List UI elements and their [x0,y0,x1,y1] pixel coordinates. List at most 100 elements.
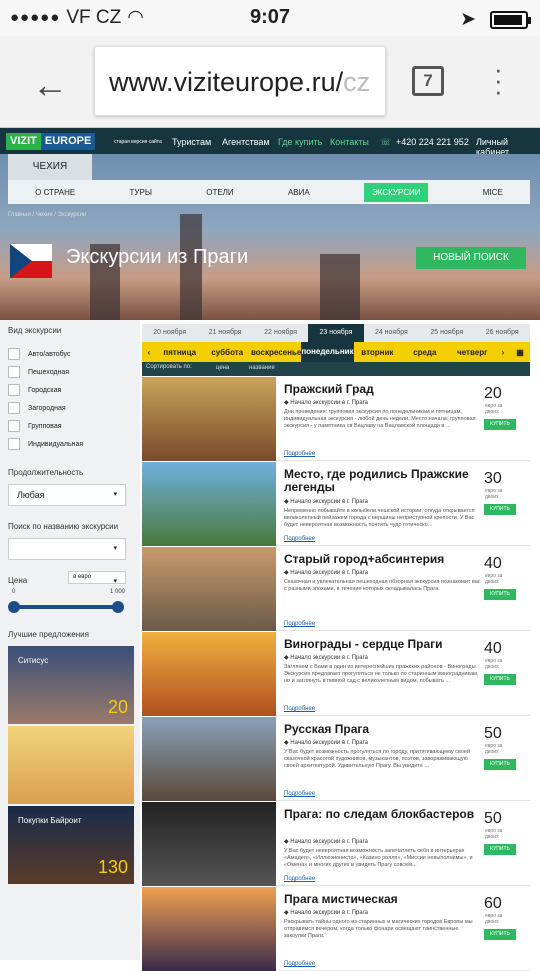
tour-card[interactable]: Прага мистическая ◆ Начало экскурсии в г… [142,887,530,971]
nav-about[interactable]: О СТРАНЕ [35,188,75,197]
more-link[interactable]: Подробнее [284,961,315,967]
tour-title[interactable]: Старый город+абсинтерия [284,553,482,566]
more-link[interactable]: Подробнее [284,706,315,712]
slider-min-handle[interactable] [8,601,20,613]
tour-card[interactable]: Пражский Град ◆ Начало экскурсии в г. Пр… [142,377,530,461]
tour-card[interactable]: Русская Прага ◆ Начало экскурсии в г. Пр… [142,717,530,801]
nav-avia[interactable]: АВИА [288,188,310,197]
buy-button[interactable]: КУПИТЬ [484,504,516,515]
more-link[interactable]: Подробнее [284,536,315,542]
tour-card[interactable]: Винограды - сердце Праги ◆ Начало экскур… [142,632,530,716]
tour-card[interactable]: Место, где родились Пражские легенды ◆ Н… [142,462,530,546]
nav-tours[interactable]: ТУРЫ [130,188,152,197]
nav-excursions[interactable]: ЭКСКУРСИИ [364,182,429,202]
duration-select[interactable]: Любая [8,484,126,506]
tour-title[interactable]: Прага: по следам блокбастеров [284,808,482,821]
type-checkbox[interactable]: Пешеходная [8,366,69,378]
price-min: 0 [12,589,16,595]
buy-button[interactable]: КУПИТЬ [484,844,516,855]
clock: 9:07 [249,6,291,28]
date-selected[interactable]: 23 ноября [308,324,364,342]
nav-hotels[interactable]: ОТЕЛИ [206,188,233,197]
date[interactable]: 21 ноября [197,324,252,342]
battery-icon [490,10,531,29]
new-search-button[interactable]: НОВЫЙ ПОИСК [416,247,526,269]
day[interactable]: среда [401,348,448,357]
date[interactable]: 20 ноября [142,324,197,342]
old-version-link[interactable]: старая версия сайта [114,139,162,145]
nav-contacts[interactable]: Контакты [330,137,369,147]
tour-image[interactable] [142,802,276,886]
tour-title[interactable]: Винограды - сердце Праги [284,638,482,651]
day[interactable]: воскресенье [251,348,301,357]
buy-button[interactable]: КУПИТЬ [484,929,516,940]
tour-description: Сказочная и увлекательная пешеходная обз… [284,579,481,592]
currency-select[interactable]: в евро [68,571,126,585]
nav-tourists[interactable]: Туристам [172,137,211,147]
back-arrow-icon[interactable]: ← [32,64,68,106]
date[interactable]: 26 ноября [475,324,530,342]
tabs-button[interactable]: 7 [412,66,444,96]
tour-title[interactable]: Русская Прага [284,723,482,736]
menu-icon[interactable]: · · · [494,56,503,104]
tour-title[interactable]: Прага мистическая [284,893,482,906]
buy-button[interactable]: КУПИТЬ [484,419,516,430]
tour-start: ◆ Начало экскурсии в г. Прага [284,655,368,661]
tour-image[interactable] [142,887,276,971]
prev-arrow-icon[interactable]: ‹ [142,348,156,357]
date[interactable]: 24 ноября [364,324,419,342]
day[interactable]: вторник [354,348,401,357]
tour-price: 60 [484,895,502,912]
tour-image[interactable] [142,632,276,716]
page-title: Экскурсии из Праги [66,246,249,268]
phone[interactable]: +420 224 221 952 [396,137,469,147]
type-checkbox[interactable]: Авто/автобус [8,348,70,360]
promo-card[interactable]: Ситисус 20 [8,646,134,724]
tour-title[interactable]: Место, где родились Пражские легенды [284,468,482,494]
type-checkbox[interactable]: Загородная [8,402,66,414]
tour-image[interactable] [142,462,276,546]
date[interactable]: 25 ноября [419,324,474,342]
more-link[interactable]: Подробнее [284,451,315,457]
nav-where-buy[interactable]: Где купить [278,137,322,147]
tour-start: ◆ Начало экскурсии в г. Прага [284,400,368,406]
price-slider[interactable] [8,601,124,613]
sort-name[interactable]: название [249,365,275,371]
type-checkbox[interactable]: Групповая [8,420,62,432]
slider-max-handle[interactable] [112,601,124,613]
more-link[interactable]: Подробнее [284,621,315,627]
promo-card[interactable] [8,726,134,804]
tour-image[interactable] [142,377,276,461]
sort-price[interactable]: цена [216,365,229,371]
calendar-icon[interactable]: ▦ [510,347,530,357]
day[interactable]: четверг [449,348,496,357]
type-checkbox[interactable]: Городская [8,384,61,396]
day[interactable]: пятница [156,348,203,357]
type-checkbox[interactable]: Индивидуальная [8,438,83,450]
buy-button[interactable]: КУПИТЬ [484,589,516,600]
promo-card[interactable]: Покупки Байроит 130 [8,806,134,884]
tour-image[interactable] [142,717,276,801]
buy-button[interactable]: КУПИТЬ [484,759,516,770]
date-row: 20 ноября 21 ноября 22 ноября 23 ноября 24 н… [142,324,530,342]
day-selected[interactable]: понедельник [301,342,354,362]
breadcrumb[interactable]: Главная / Чехия / Экскурсии [8,212,86,218]
day[interactable]: суббота [203,348,250,357]
tour-card[interactable]: Старый город+абсинтерия ◆ Начало экскурс… [142,547,530,631]
tour-title[interactable]: Пражский Град [284,383,482,396]
next-arrow-icon[interactable]: › [496,348,510,357]
tour-description: У Вас будет возможность прогуляться по г… [284,749,471,769]
date[interactable]: 22 ноября [253,324,308,342]
country-tab[interactable]: ЧЕХИЯ [8,154,92,180]
nav-agents[interactable]: Агентствам [222,137,270,147]
search-input[interactable] [8,538,126,560]
buy-button[interactable]: КУПИТЬ [484,674,516,685]
tour-card[interactable]: Прага: по следам блокбастеров ◆ Начало э… [142,802,530,886]
location-icon: ➤ [460,9,476,30]
url-bar[interactable]: www.viziteurope.ru/cz [94,46,386,116]
tour-image[interactable] [142,547,276,631]
more-link[interactable]: Подробнее [284,791,315,797]
logo[interactable]: VIZIT EUROPE [6,133,96,150]
more-link[interactable]: Подробнее [284,876,315,882]
nav-mice[interactable]: MICE [483,188,503,197]
